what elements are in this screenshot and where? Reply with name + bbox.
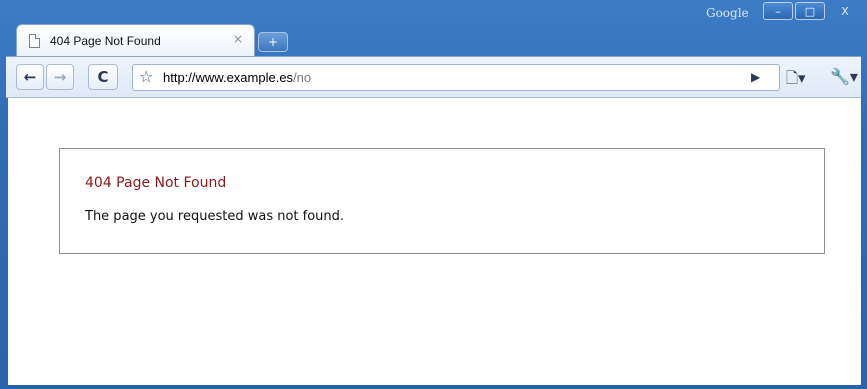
- navigation-toolbar: ← → C ☆ http://www.example.es/no ▶ 🗋▾ 🔧▾: [6, 56, 861, 98]
- star-bookmark-icon[interactable]: ☆: [139, 67, 153, 86]
- wrench-menu-icon[interactable]: 🔧▾: [830, 67, 858, 86]
- url-path: /no: [293, 70, 312, 85]
- error-message: The page you requested was not found.: [85, 209, 345, 224]
- error-title: 404 Page Not Found: [85, 175, 227, 191]
- title-bar: Google – □ X 404 Page Not Found × +: [0, 0, 867, 56]
- back-button[interactable]: ←: [16, 64, 44, 90]
- page-icon: [29, 34, 40, 48]
- reload-button[interactable]: C: [88, 64, 118, 90]
- minimize-button[interactable]: –: [763, 2, 793, 20]
- error-box: 404 Page Not Found The page you requeste…: [59, 148, 825, 254]
- forward-button[interactable]: →: [46, 64, 74, 90]
- browser-window-frame: Google – □ X 404 Page Not Found × + ← → …: [0, 0, 867, 389]
- tab-404-page[interactable]: 404 Page Not Found ×: [16, 24, 255, 56]
- new-tab-button[interactable]: +: [258, 32, 288, 52]
- url-host: http://www.example.es: [163, 70, 294, 85]
- tab-title: 404 Page Not Found: [50, 34, 161, 48]
- url-text[interactable]: http://www.example.es/no: [163, 70, 311, 85]
- close-window-button[interactable]: X: [827, 2, 863, 20]
- tab-close-icon[interactable]: ×: [233, 32, 243, 46]
- maximize-button[interactable]: □: [795, 2, 825, 20]
- google-brand-label: Google: [706, 6, 749, 20]
- page-menu-icon[interactable]: 🗋▾: [786, 68, 806, 93]
- window-controls: – □ X: [763, 2, 863, 20]
- address-bar[interactable]: ☆ http://www.example.es/no: [132, 64, 780, 91]
- go-arrow-icon[interactable]: ▶: [751, 70, 760, 84]
- page-content: 404 Page Not Found The page you requeste…: [8, 98, 861, 385]
